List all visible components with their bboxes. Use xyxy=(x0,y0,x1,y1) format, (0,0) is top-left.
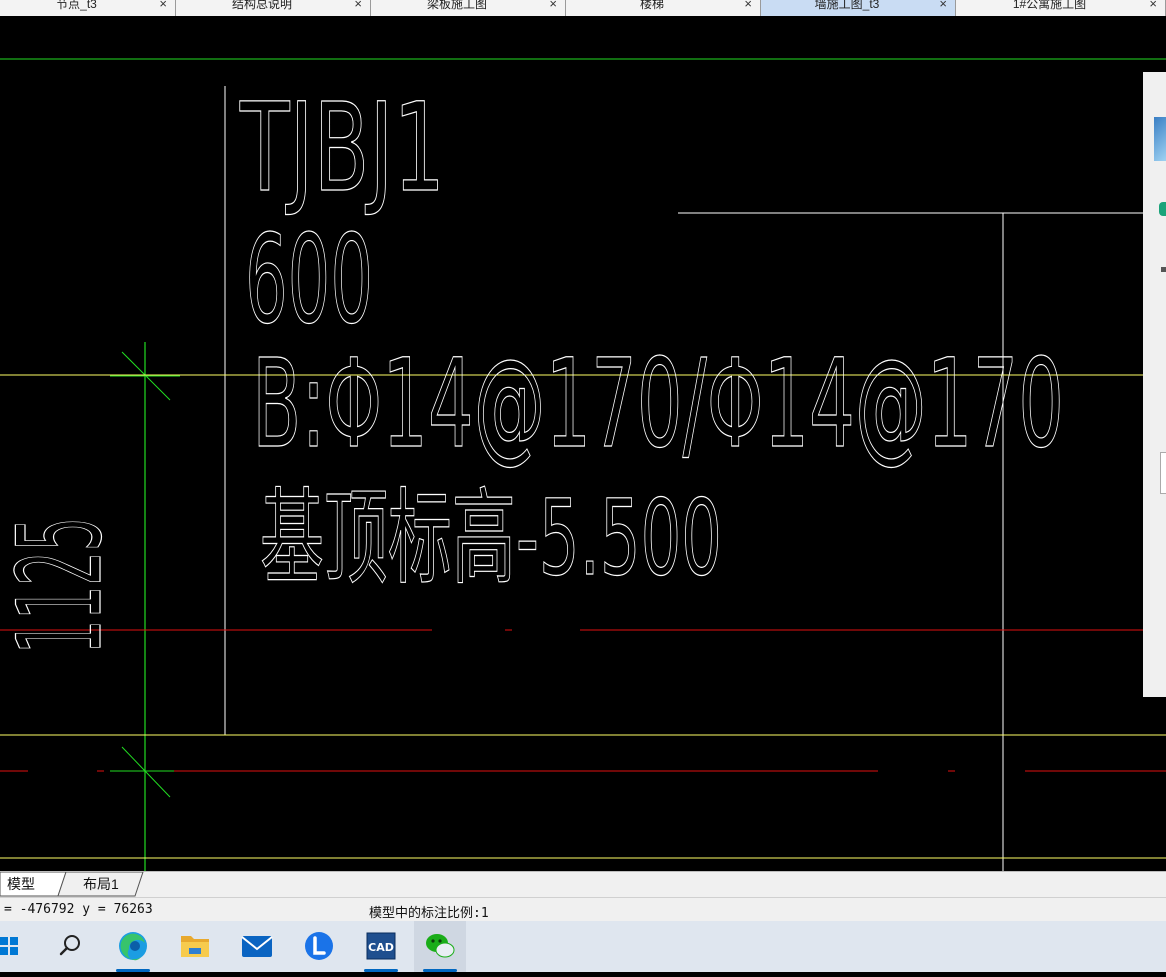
element-width: 600 xyxy=(245,209,373,351)
edge-icon[interactable] xyxy=(107,921,159,972)
element-title: TJBJ1 xyxy=(239,77,445,219)
tab-model[interactable]: 模型 xyxy=(7,872,35,896)
tab-structure-notes[interactable]: 结构总说明 × xyxy=(176,0,371,16)
annotation-scale[interactable]: 模型中的标注比例:1 xyxy=(369,902,489,921)
start-icon[interactable] xyxy=(0,921,30,972)
axis-tick xyxy=(121,746,171,798)
tab-stairs[interactable]: 楼梯 × xyxy=(566,0,761,16)
close-icon[interactable]: × xyxy=(354,0,362,11)
document-tab-bar: 节点_t3 × 结构总说明 × 梁板施工图 × 楼梯 × 墙施工图_t3 × 1… xyxy=(0,0,1166,16)
file-explorer-icon[interactable] xyxy=(169,921,221,972)
close-icon[interactable]: × xyxy=(1149,0,1157,11)
dimension-text: 1125 xyxy=(0,517,128,654)
wechat-icon[interactable] xyxy=(414,921,466,972)
base-elevation: 基顶标高-5.500 xyxy=(260,477,722,599)
close-icon[interactable]: × xyxy=(159,0,167,11)
tab-label: 1#公寓施工图 xyxy=(1012,0,1087,11)
cad-icon[interactable]: CAD xyxy=(355,921,407,972)
tab-label: 节点_t3 xyxy=(56,0,97,11)
mail-icon[interactable] xyxy=(231,921,283,972)
drawing-canvas[interactable]: TJBJ1 600 B:Φ14@170/Φ14@170 基顶标高-5.500 1… xyxy=(0,16,1166,871)
cad-icon-label: CAD xyxy=(368,941,394,954)
close-icon[interactable]: × xyxy=(939,0,947,11)
close-icon[interactable]: × xyxy=(549,0,557,11)
tab-label: 楼梯 xyxy=(639,0,664,11)
l-app-icon[interactable] xyxy=(293,921,345,972)
rebar-spec: B:Φ14@170/Φ14@170 xyxy=(252,333,1064,475)
status-bar: = -476792 y = 76263 模型中的标注比例:1 xyxy=(0,897,1166,922)
layout-tab-bar: 模型 布局1 xyxy=(0,871,1166,897)
tab-node[interactable]: 节点_t3 × xyxy=(0,0,176,16)
palette-icon[interactable] xyxy=(1161,267,1166,272)
tab-wall-drawing[interactable]: 墙施工图_t3 × xyxy=(761,0,956,16)
taskbar: CAD xyxy=(0,921,1166,972)
close-icon[interactable]: × xyxy=(744,0,752,11)
tab-label: 梁板施工图 xyxy=(426,0,487,11)
tab-apartment-drawing[interactable]: 1#公寓施工图 × xyxy=(956,0,1166,16)
tab-layout1[interactable]: 布局1 xyxy=(83,872,119,896)
tab-label: 墙施工图_t3 xyxy=(814,0,880,11)
search-icon[interactable] xyxy=(44,921,96,972)
drawing-svg: TJBJ1 600 B:Φ14@170/Φ14@170 基顶标高-5.500 1… xyxy=(0,58,1166,871)
coordinate-readout: = -476792 y = 76263 xyxy=(4,902,153,917)
tab-beam-slab[interactable]: 梁板施工图 × xyxy=(371,0,566,16)
side-palette[interactable] xyxy=(1143,72,1166,697)
palette-slot[interactable] xyxy=(1160,452,1166,494)
palette-icon[interactable] xyxy=(1159,202,1166,216)
tab-label: 结构总说明 xyxy=(231,0,292,11)
thumbnail-image[interactable] xyxy=(1154,117,1166,161)
